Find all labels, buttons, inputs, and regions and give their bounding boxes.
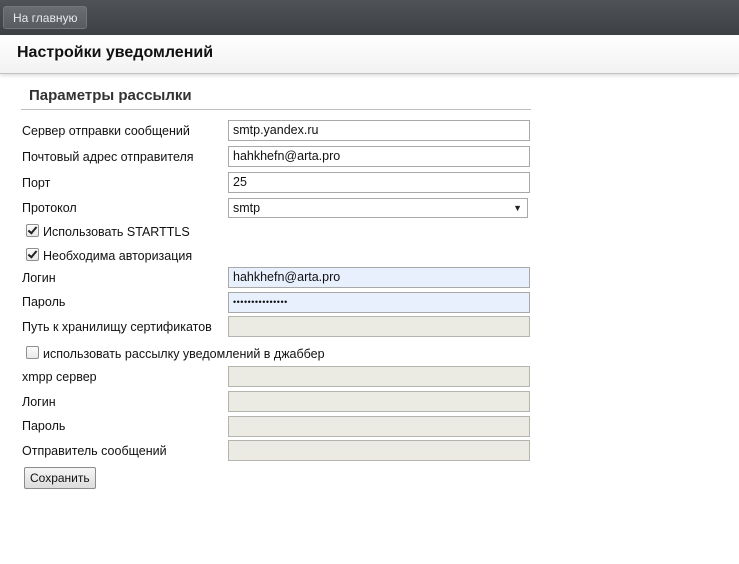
auth-required-option[interactable]: Необходима авторизация: [26, 248, 192, 264]
xmpp-password-input[interactable]: [228, 416, 530, 437]
protocol-label: Протокол: [22, 201, 77, 215]
smtp-server-label: Сервер отправки сообщений: [22, 124, 190, 138]
xmpp-password-label: Пароль: [22, 419, 66, 433]
login-input[interactable]: hahkhefn@arta.pro: [228, 267, 530, 288]
xmpp-server-label: xmpp сервер: [22, 370, 97, 384]
dropdown-arrow-icon: ▼: [513, 203, 522, 213]
xmpp-sender-label: Отправитель сообщений: [22, 444, 167, 458]
port-input[interactable]: 25: [228, 172, 530, 193]
protocol-select[interactable]: smtp ▼: [228, 198, 528, 218]
starttls-label: Использовать STARTTLS: [43, 225, 190, 239]
password-label: Пароль: [22, 295, 66, 309]
top-navigation-bar: На главную: [0, 0, 739, 35]
xmpp-server-input[interactable]: [228, 366, 530, 387]
port-label: Порт: [22, 176, 51, 190]
use-jabber-checkbox[interactable]: [26, 346, 39, 359]
password-input[interactable]: •••••••••••••••: [228, 292, 530, 313]
protocol-selected-value: smtp: [233, 201, 261, 215]
section-header: Параметры рассылки: [21, 84, 531, 110]
sender-email-label: Почтовый адрес отправителя: [22, 150, 194, 164]
home-button[interactable]: На главную: [3, 6, 88, 29]
cert-path-input[interactable]: [228, 316, 530, 337]
page-header: Настройки уведомлений: [0, 35, 739, 74]
starttls-option[interactable]: Использовать STARTTLS: [26, 224, 190, 240]
xmpp-login-input[interactable]: [228, 391, 530, 412]
use-jabber-label: использовать рассылку уведомлений в джаб…: [43, 347, 325, 361]
starttls-checkbox[interactable]: [26, 224, 39, 237]
smtp-server-input[interactable]: smtp.yandex.ru: [228, 120, 530, 141]
login-label: Логин: [22, 271, 56, 285]
save-button[interactable]: Сохранить: [24, 467, 96, 489]
sender-email-input[interactable]: hahkhefn@arta.pro: [228, 146, 530, 167]
use-jabber-option[interactable]: использовать рассылку уведомлений в джаб…: [26, 346, 325, 362]
page-title: Настройки уведомлений: [17, 44, 214, 61]
xmpp-login-label: Логин: [22, 395, 56, 409]
section-title: Параметры рассылки: [29, 87, 192, 104]
xmpp-sender-input[interactable]: [228, 440, 530, 461]
cert-path-label: Путь к хранилищу сертификатов: [22, 320, 212, 334]
auth-required-label: Необходима авторизация: [43, 249, 193, 263]
auth-required-checkbox[interactable]: [26, 248, 39, 261]
